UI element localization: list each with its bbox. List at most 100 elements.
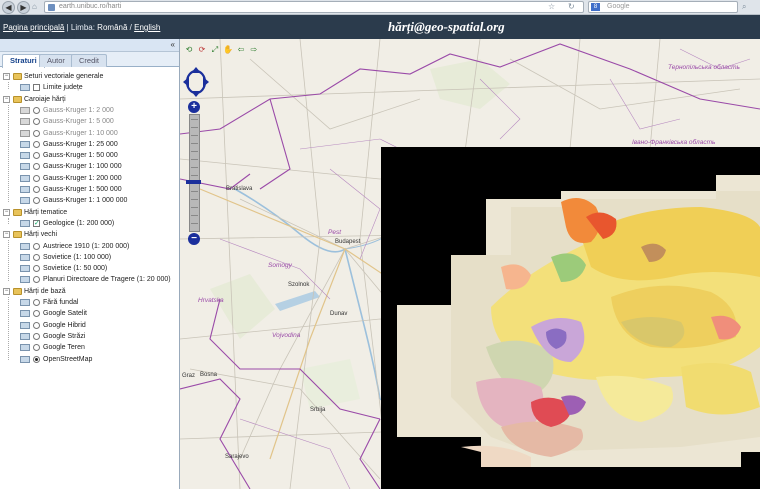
layer-radio[interactable]: [33, 321, 40, 329]
collapse-toggle-icon[interactable]: −: [3, 208, 10, 216]
layer-radio[interactable]: [33, 197, 40, 205]
zoom-tick: [191, 135, 198, 136]
layer-group-label: Caroiaje hărți: [24, 95, 66, 103]
tool-full-extent-icon[interactable]: ⤢: [210, 45, 220, 55]
tree-guide-line: [8, 82, 9, 89]
layer-icon: [20, 242, 30, 250]
header-links: Pagina principală | Limba: Română / Engl…: [3, 23, 161, 32]
layer-label: Gauss-Kruger 1: 1 000 000: [43, 197, 128, 205]
layer-label: Gauss-Kruger 1: 5 000: [43, 118, 114, 126]
home-link[interactable]: Pagina principală: [3, 23, 64, 32]
layer-radio[interactable]: [33, 174, 40, 182]
tool-next-view-icon[interactable]: ⇨: [249, 45, 259, 55]
favicon-icon: [48, 4, 55, 11]
layer-label: Limite județe: [43, 84, 83, 92]
layer-label: Google Străzi: [43, 332, 86, 340]
map-label-srbija: Srbija: [310, 407, 326, 413]
search-go-icon[interactable]: ⌕: [742, 2, 746, 12]
layer-tree: − Seturi vectoriale generale Limite județe…: [0, 68, 179, 489]
layer-radio[interactable]: [33, 140, 40, 148]
layer-radio[interactable]: [33, 152, 40, 160]
collapse-toggle-icon[interactable]: −: [3, 287, 10, 295]
layer-radio[interactable]: [33, 355, 40, 363]
zoom-slider-handle[interactable]: [186, 180, 201, 184]
tool-undo-icon[interactable]: ⟲: [184, 45, 194, 55]
layer-label: Google Satelit: [43, 310, 87, 318]
layer-label: Gauss-Kruger 1: 50 000: [43, 152, 118, 160]
layer-radio[interactable]: [33, 310, 40, 318]
zoom-tick: [191, 199, 198, 200]
layer-icon: [20, 152, 30, 160]
collapse-toggle-icon[interactable]: −: [3, 95, 10, 103]
tool-pan-hand-icon[interactable]: ✋: [223, 45, 233, 55]
layer-icon: [20, 355, 30, 363]
search-input[interactable]: 8 Google: [588, 1, 738, 13]
map-label-hrvatska: Hrvatska: [198, 297, 224, 304]
back-button[interactable]: ◀: [2, 1, 15, 14]
layer-icon: [20, 140, 30, 148]
zoom-tick: [191, 127, 198, 128]
layer-icon: [20, 129, 30, 137]
zoom-in-button[interactable]: +: [188, 101, 200, 113]
layer-radio[interactable]: [33, 332, 40, 340]
layer-icon: [20, 276, 30, 284]
language-label: Limba:: [70, 23, 95, 32]
layer-radio[interactable]: [33, 118, 40, 126]
map-view[interactable]: Тернопільська область Івано-Франківська …: [180, 39, 760, 489]
lang-en-link[interactable]: English: [134, 23, 160, 32]
panel-tabs: Straturi Autor Credit: [0, 52, 179, 68]
layer-radio[interactable]: [33, 163, 40, 171]
layer-label: Geologice (1: 200 000): [43, 219, 115, 227]
layer-checkbox[interactable]: [33, 84, 40, 92]
url-text: earth.unibuc.ro/harti: [59, 3, 122, 10]
collapse-toggle-icon[interactable]: −: [3, 231, 10, 239]
collapse-icon[interactable]: «: [171, 40, 175, 49]
layer-icon: [20, 332, 30, 340]
layer-radio[interactable]: [33, 186, 40, 193]
zoom-tick: [191, 223, 198, 224]
zoom-slider-track[interactable]: [189, 114, 200, 232]
tool-previous-view-icon[interactable]: ⇦: [236, 45, 246, 55]
layer-label: Austriece 1910 (1: 200 000): [43, 242, 130, 250]
pan-control[interactable]: [183, 67, 209, 97]
lang-separator: /: [129, 23, 132, 32]
folder-icon: [13, 231, 22, 239]
map-label-ternopil: Тернопільська область: [668, 64, 740, 71]
tab-autor[interactable]: Autor: [39, 54, 73, 67]
layer-radio[interactable]: [33, 265, 40, 273]
layer-icon: [20, 253, 30, 261]
forward-button[interactable]: ▶: [17, 1, 30, 14]
layer-icon: [20, 310, 30, 318]
map-label-graz: Graz: [182, 373, 196, 379]
layer-label: Sovietice (1: 100 000): [43, 253, 112, 261]
layer-group-label: Hărți de bază: [24, 287, 66, 295]
map-label-bosna: Bosna: [200, 372, 218, 378]
lang-ro-link[interactable]: Română: [97, 23, 127, 32]
layer-radio[interactable]: [33, 344, 40, 352]
search-placeholder: Google: [607, 3, 630, 10]
zoom-out-button[interactable]: −: [188, 233, 200, 245]
layer-radio[interactable]: [33, 129, 40, 137]
layer-radio[interactable]: [33, 106, 40, 114]
map-label-ivano-frankivsk: Івано-Франківська область: [632, 139, 716, 146]
layer-radio[interactable]: [33, 299, 40, 306]
map-label-bratislava: Bratislava: [226, 186, 253, 192]
layer-radio[interactable]: [33, 253, 40, 261]
folder-icon: [13, 287, 22, 295]
site-title: hărți@geo-spatial.org: [388, 19, 505, 34]
layer-icon: [20, 174, 30, 182]
layer-radio[interactable]: [33, 276, 40, 284]
url-bar[interactable]: earth.unibuc.ro/harti: [44, 1, 584, 13]
reload-icon[interactable]: ↻: [568, 2, 575, 11]
layer-checkbox[interactable]: [33, 218, 40, 229]
layer-label: Gauss-Kruger 1: 100 000: [43, 163, 122, 171]
tab-credit[interactable]: Credit: [71, 54, 108, 67]
collapse-toggle-icon[interactable]: −: [3, 73, 10, 80]
map-label-dunav: Dunav: [330, 311, 348, 317]
tool-redo-icon[interactable]: ⟳: [197, 45, 207, 55]
browser-toolbar: ◀ ▶ ⌂ earth.unibuc.ro/harti ☆ ↻ 8 Google…: [0, 0, 760, 15]
bookmark-star-icon[interactable]: ☆: [548, 2, 555, 11]
layer-radio[interactable]: [33, 242, 40, 250]
map-label-vojvodina: Vojvodina: [272, 332, 301, 339]
home-icon[interactable]: ⌂: [32, 2, 37, 11]
